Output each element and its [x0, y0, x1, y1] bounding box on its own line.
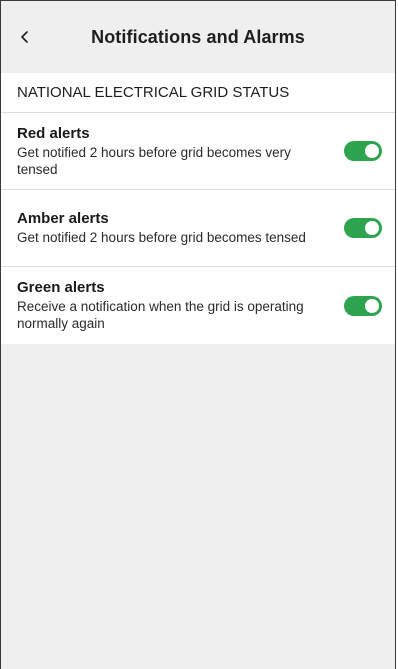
alert-description: Get notified 2 hours before grid becomes…: [17, 144, 291, 177]
chevron-left-icon: [21, 31, 28, 43]
top-bar: Notifications and Alarms: [1, 1, 395, 73]
amber-alerts-toggle[interactable]: [344, 218, 382, 238]
alert-title: Amber alerts: [17, 210, 109, 227]
alert-title: Green alerts: [17, 279, 105, 296]
app-screen: Notifications and Alarms NATIONAL ELECTR…: [0, 0, 396, 669]
alert-text: Red alerts Get notified 2 hours before g…: [17, 125, 379, 178]
alerts-list: Red alerts Get notified 2 hours before g…: [1, 113, 395, 344]
alert-row-amber[interactable]: Amber alerts Get notified 2 hours before…: [1, 190, 395, 267]
alert-row-red[interactable]: Red alerts Get notified 2 hours before g…: [1, 113, 395, 190]
red-alerts-toggle[interactable]: [344, 141, 382, 161]
alert-row-green[interactable]: Green alerts Receive a notification when…: [1, 267, 395, 344]
toggle-knob: [365, 221, 379, 235]
toggle-knob: [365, 144, 379, 158]
alert-description: Get notified 2 hours before grid becomes…: [17, 230, 306, 245]
alert-text: Amber alerts Get notified 2 hours before…: [17, 210, 379, 246]
section-title: NATIONAL ELECTRICAL GRID STATUS: [1, 73, 395, 113]
toggle-knob: [365, 298, 379, 313]
alert-description: Receive a notification when the grid is …: [17, 299, 304, 331]
back-button[interactable]: [13, 25, 37, 49]
page-title: Notifications and Alarms: [91, 26, 305, 47]
alert-text: Green alerts Receive a notification when…: [17, 279, 379, 332]
alert-title: Red alerts: [17, 124, 90, 142]
green-alerts-toggle[interactable]: [344, 295, 382, 316]
